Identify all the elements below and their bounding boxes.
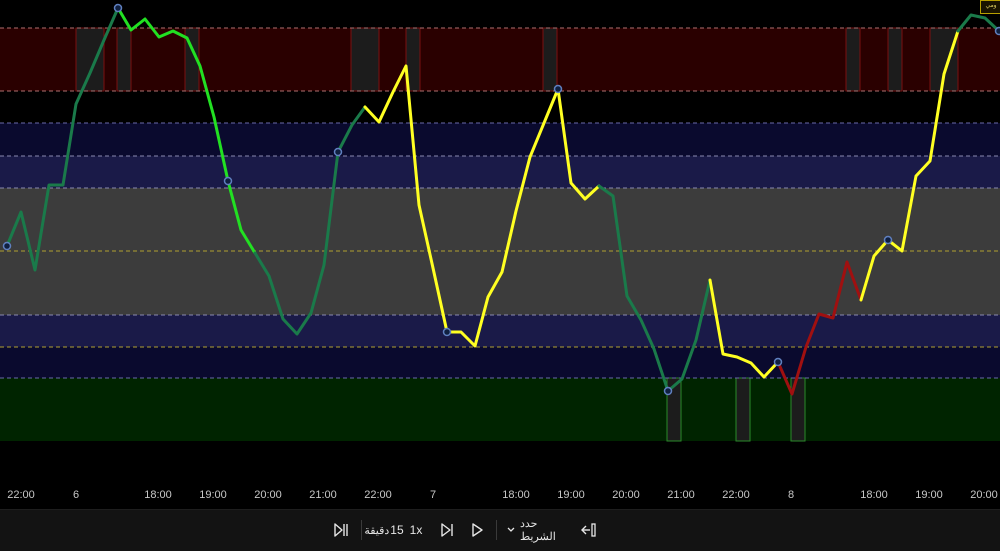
step-forward-button[interactable] [436,518,458,542]
time-tick-label: 6 [73,489,79,501]
speed-button[interactable]: 1x [404,518,428,542]
time-axis[interactable]: 22:00 6 18:00 19:00 20:00 21:00 22:00 7 18:00 19:… [0,485,1000,509]
time-tick-label: 19:00 [199,489,227,501]
upper-zone [0,123,1000,156]
time-tick-label: 18:00 [860,489,888,501]
speed-label: 1x [410,523,423,537]
chart-area[interactable]: ومي [0,0,1000,485]
indicator-chart[interactable] [0,0,1000,485]
replay-toolbar: حدد الشريط 1x 15 دقيقة [0,509,1000,551]
interval-unit: دقيقة [364,524,389,537]
lower-inner-zone [0,315,1000,347]
pause-step-button[interactable] [330,518,352,542]
lower-zone [0,347,1000,378]
time-tick-label: 18:00 [502,489,530,501]
corner-badge: ومي [980,0,1000,14]
play-pause-icon [333,523,349,537]
toolbar-separator [361,520,362,540]
select-bar-button[interactable]: حدد الشريط [506,518,576,542]
jump-to-realtime-button[interactable] [578,518,600,542]
jump-to-realtime-icon [581,523,597,537]
interval-button[interactable]: 15 دقيقة [366,518,402,542]
time-tick-label: 7 [430,489,436,501]
time-tick-label: 19:00 [557,489,585,501]
play-button[interactable] [466,518,488,542]
time-tick-label: 22:00 [7,489,35,501]
time-tick-label: 21:00 [309,489,337,501]
time-tick-label: 8 [788,489,794,501]
chevron-down-icon [506,525,516,535]
time-tick-label: 18:00 [144,489,172,501]
time-tick-label: 21:00 [667,489,695,501]
step-forward-icon [440,523,454,537]
play-icon [470,523,484,537]
upper-inner-zone [0,156,1000,188]
time-tick-label: 20:00 [612,489,640,501]
time-tick-label: 22:00 [364,489,392,501]
toolbar-separator [496,520,497,540]
interval-value: 15 [390,523,403,537]
select-bar-label: حدد الشريط [520,517,576,543]
time-tick-label: 22:00 [722,489,750,501]
time-tick-label: 20:00 [254,489,282,501]
time-tick-label: 19:00 [915,489,943,501]
oversold-zone [0,378,1000,441]
time-tick-label: 20:00 [970,489,998,501]
